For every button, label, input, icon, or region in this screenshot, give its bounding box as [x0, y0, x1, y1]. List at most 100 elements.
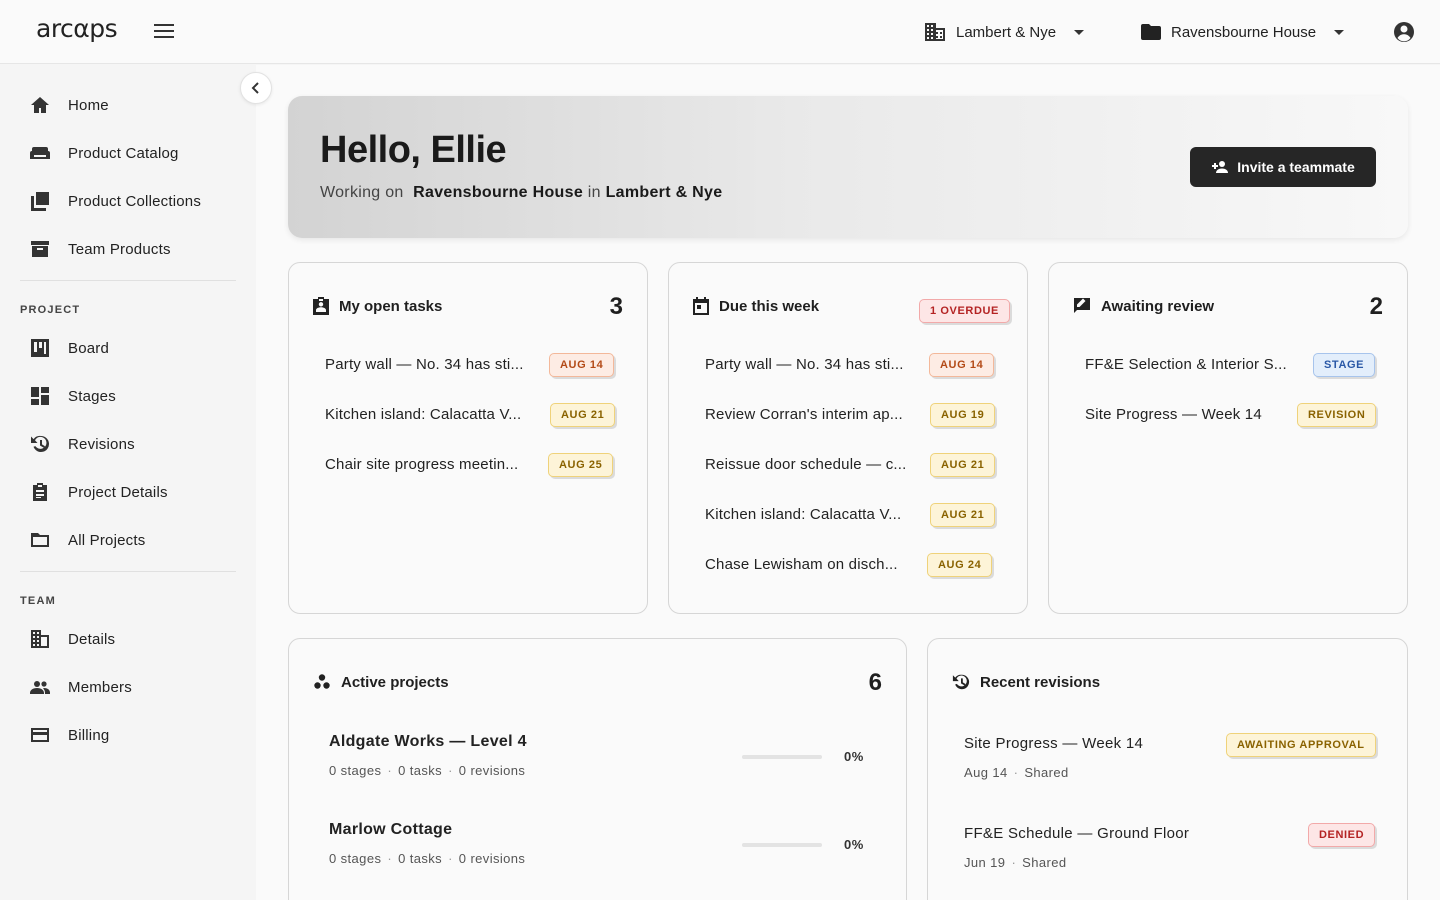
active-projects-card: Active projects 6 Aldgate Works — Level …	[288, 638, 907, 900]
section-label-team: TEAM	[20, 595, 56, 607]
due-badge: AUG 19	[930, 403, 996, 427]
due-this-week-card: Due this week 1 OVERDUE Party wall — No.…	[668, 262, 1028, 614]
due-badge: AUG 24	[927, 553, 993, 577]
due-badge: AUG 21	[550, 403, 616, 427]
building-icon	[31, 630, 49, 648]
menu-icon[interactable]	[154, 24, 174, 40]
folder-icon	[1141, 24, 1161, 40]
task-count: 3	[609, 293, 623, 320]
company-name: Lambert & Nye	[956, 23, 1057, 41]
revision-meta: Aug 14 · Shared	[964, 765, 1069, 780]
sidebar-item-team-products[interactable]: Team Products	[20, 229, 236, 269]
sidebar-item-billing[interactable]: Billing	[20, 715, 236, 755]
status-badge: AWAITING APPROVAL	[1226, 733, 1376, 757]
sidebar-item-product-collections[interactable]: Product Collections	[20, 181, 236, 221]
main-content: Hello, Ellie Working on Ravensbourne Hou…	[256, 65, 1440, 900]
card-header: Active projects	[313, 673, 449, 691]
progress-percent: 0%	[844, 749, 864, 764]
project-name[interactable]: Marlow Cottage	[329, 821, 452, 839]
revision-name[interactable]: Site Progress — Week 14	[964, 735, 1143, 752]
account-icon[interactable]	[1393, 21, 1415, 43]
card-header: Recent revisions	[952, 673, 1100, 691]
status-badge: DENIED	[1308, 823, 1376, 847]
collapse-sidebar-button[interactable]	[240, 72, 272, 104]
progress-bar	[742, 755, 822, 759]
sidebar-item-board[interactable]: Board	[20, 328, 236, 368]
sidebar-item-revisions[interactable]: Revisions	[20, 424, 236, 464]
chevron-left-icon	[251, 82, 259, 94]
calendar-icon	[693, 297, 709, 315]
chevron-down-icon	[1074, 29, 1085, 35]
recent-revisions-card: Recent revisions Site Progress — Week 14…	[927, 638, 1408, 900]
top-bar: arcαps Lambert & Nye Ravensbourne House	[0, 0, 1440, 64]
review-item[interactable]: FF&E Selection & Interior S...	[1085, 350, 1287, 378]
progress-bar	[742, 843, 822, 847]
card-header: Due this week	[693, 297, 819, 315]
review-count: 2	[1369, 293, 1383, 320]
task-item[interactable]: Kitchen island: Calacatta V...	[705, 500, 901, 528]
board-icon	[31, 339, 49, 357]
section-label-project: PROJECT	[20, 304, 81, 316]
card-header: My open tasks	[313, 297, 442, 315]
type-badge: STAGE	[1313, 353, 1376, 377]
app-logo[interactable]: arcαps	[36, 14, 118, 43]
project-stats: 0 stages · 0 tasks · 0 revisions	[329, 851, 526, 866]
sidebar-item-members[interactable]: Members	[20, 667, 236, 707]
folder-outline-icon	[31, 533, 49, 547]
project-count: 6	[868, 669, 882, 696]
welcome-banner: Hello, Ellie Working on Ravensbourne Hou…	[288, 96, 1408, 238]
due-badge: AUG 14	[929, 353, 995, 377]
company-selector[interactable]: Lambert & Nye	[924, 20, 1085, 44]
sidebar: Home Product Catalog Product Collections…	[0, 65, 256, 900]
clipboard-icon	[33, 483, 47, 501]
revision-meta: Jun 19 · Shared	[964, 855, 1067, 870]
assignment-icon	[313, 297, 329, 315]
working-on-line: Working on Ravensbourne House in Lambert…	[320, 184, 723, 201]
project-name[interactable]: Aldgate Works — Level 4	[329, 733, 527, 751]
type-badge: REVISION	[1297, 403, 1377, 427]
collections-icon	[31, 192, 49, 211]
history-icon	[31, 435, 49, 452]
overdue-badge: 1 OVERDUE	[919, 299, 1010, 323]
credit-card-icon	[31, 728, 49, 742]
progress-percent: 0%	[844, 837, 864, 852]
card-header: Awaiting review	[1073, 297, 1214, 315]
sidebar-item-home[interactable]: Home	[20, 85, 236, 125]
project-stats: 0 stages · 0 tasks · 0 revisions	[329, 763, 526, 778]
sidebar-item-product-catalog[interactable]: Product Catalog	[20, 133, 236, 173]
revision-name[interactable]: FF&E Schedule — Ground Floor	[964, 825, 1189, 842]
current-company[interactable]: Lambert & Nye	[606, 184, 723, 201]
invite-teammate-button[interactable]: Invite a teammate	[1190, 147, 1376, 187]
chevron-down-icon	[1334, 29, 1345, 35]
sidebar-divider	[20, 571, 236, 572]
archive-icon	[31, 241, 49, 257]
project-name: Ravensbourne House	[1171, 23, 1317, 41]
review-item[interactable]: Site Progress — Week 14	[1085, 400, 1262, 428]
dashboard-icon	[31, 387, 49, 405]
home-icon	[31, 97, 49, 113]
task-item[interactable]: Chair site progress meetin...	[325, 450, 518, 478]
add-person-icon	[1212, 161, 1229, 173]
task-item[interactable]: Party wall — No. 34 has sti...	[705, 350, 904, 378]
rate-review-icon	[1074, 298, 1090, 313]
greeting: Hello, Ellie	[320, 129, 507, 171]
awaiting-review-card: Awaiting review 2 FF&E Selection & Inter…	[1048, 262, 1408, 614]
sidebar-item-all-projects[interactable]: All Projects	[20, 520, 236, 560]
task-item[interactable]: Chase Lewisham on disch...	[705, 550, 898, 578]
current-project[interactable]: Ravensbourne House	[413, 184, 583, 201]
project-selector[interactable]: Ravensbourne House	[1141, 20, 1345, 44]
history-icon	[952, 674, 970, 690]
task-item[interactable]: Kitchen island: Calacatta V...	[325, 400, 521, 428]
sidebar-item-stages[interactable]: Stages	[20, 376, 236, 416]
sidebar-item-details[interactable]: Details	[20, 619, 236, 659]
sofa-icon	[30, 147, 50, 159]
due-badge: AUG 21	[930, 503, 996, 527]
workspaces-icon	[314, 674, 330, 689]
due-badge: AUG 14	[549, 353, 615, 377]
task-item[interactable]: Party wall — No. 34 has sti...	[325, 350, 524, 378]
open-tasks-card: My open tasks 3 Party wall — No. 34 has …	[288, 262, 648, 614]
task-item[interactable]: Reissue door schedule — c...	[705, 450, 907, 478]
task-item[interactable]: Review Corran's interim ap...	[705, 400, 903, 428]
building-icon	[925, 23, 945, 41]
sidebar-item-project-details[interactable]: Project Details	[20, 472, 236, 512]
